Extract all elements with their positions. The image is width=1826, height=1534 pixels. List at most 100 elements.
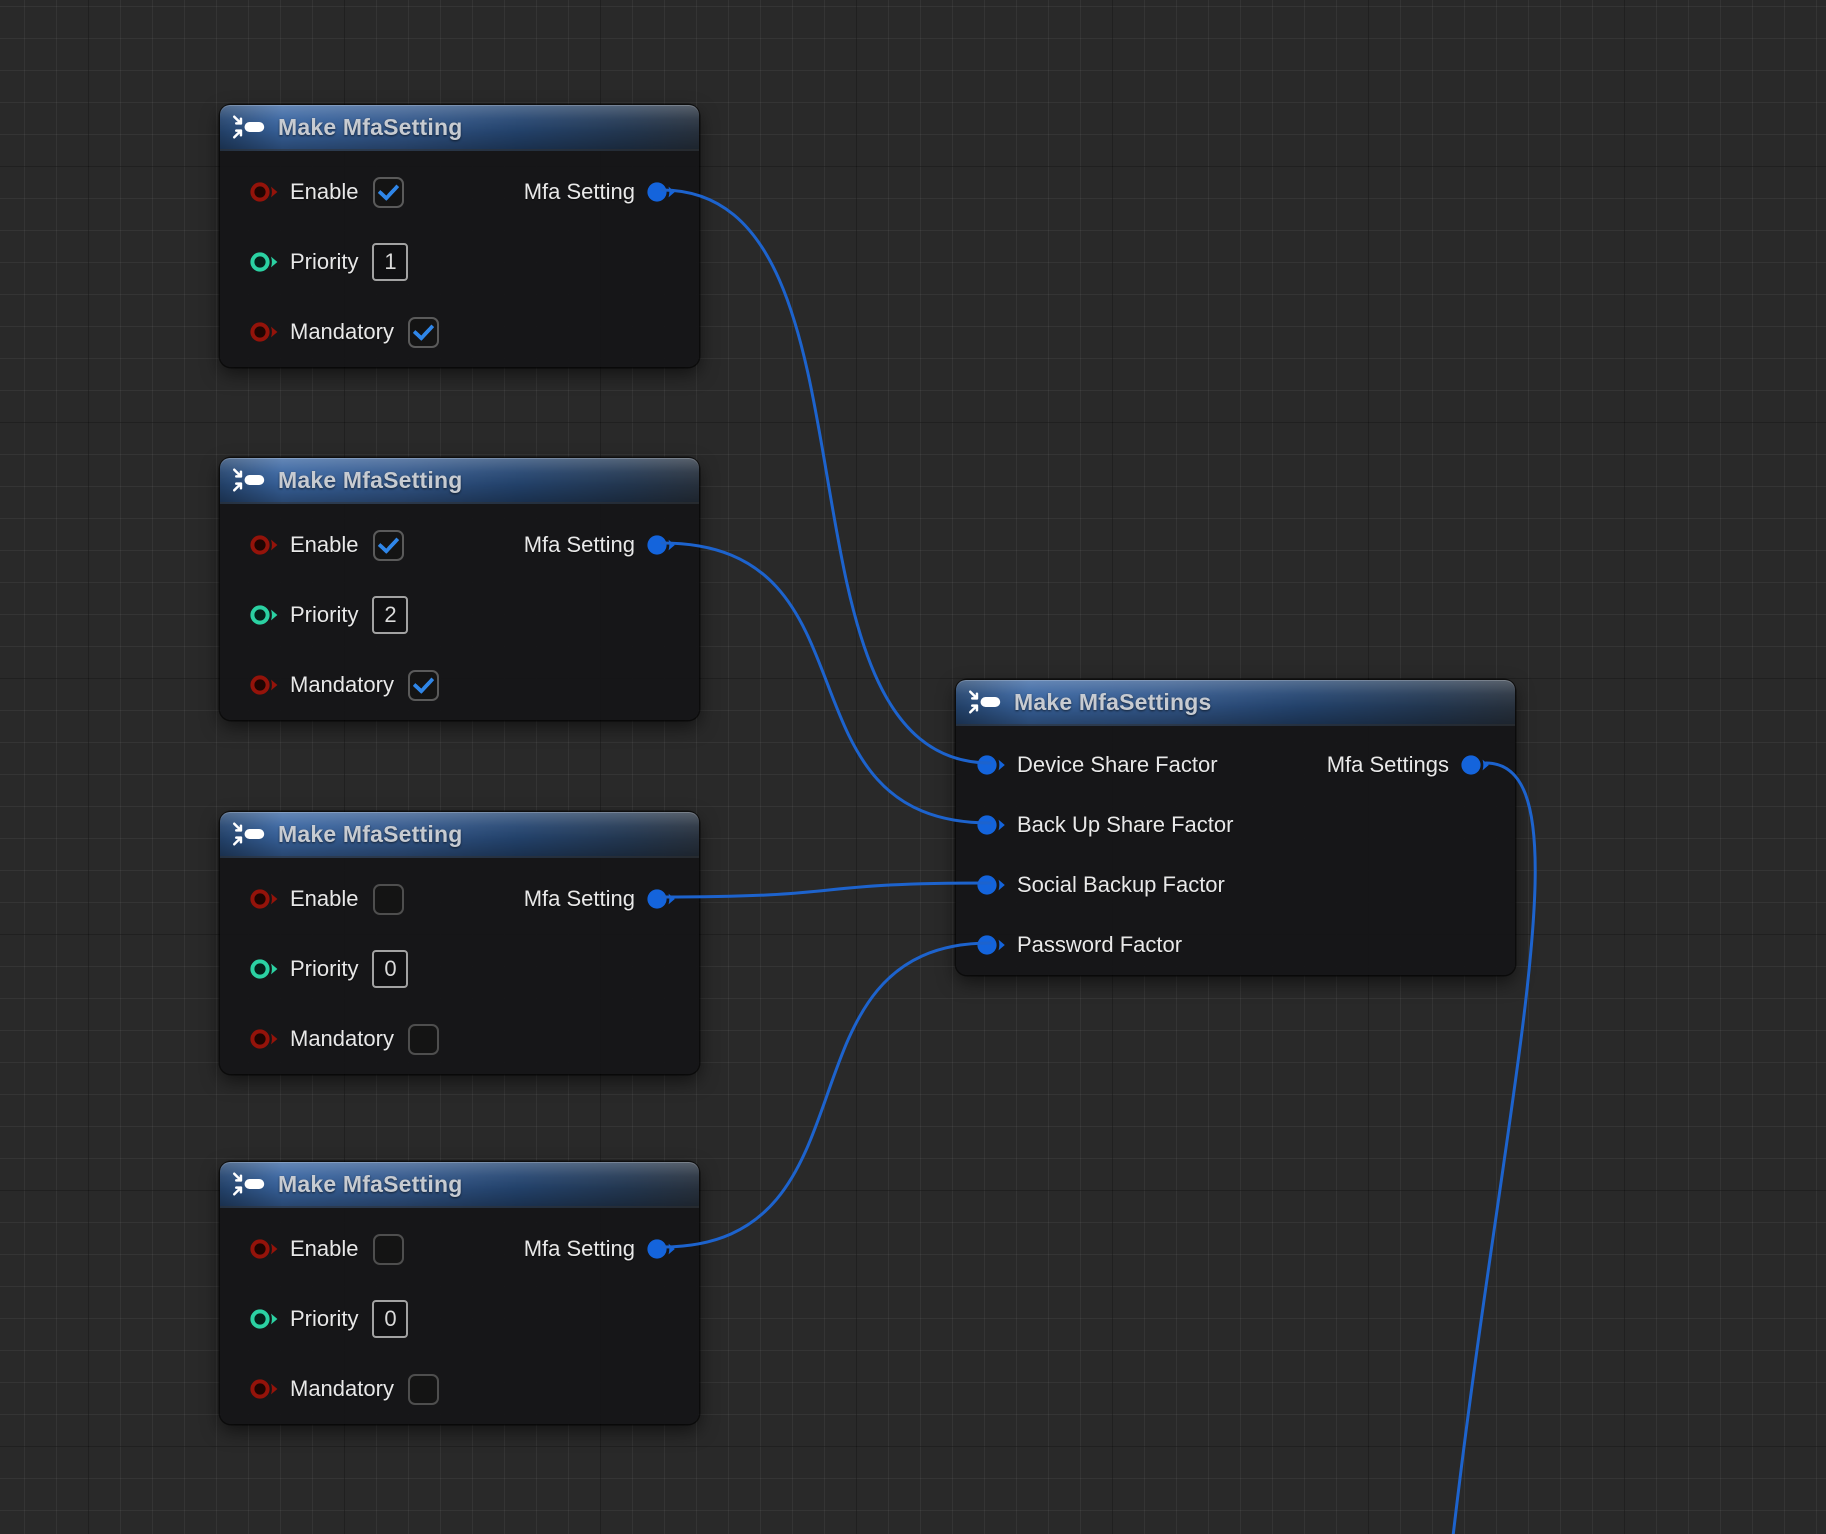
pin-row-output: Mfa Setting [524,864,699,934]
pin-label: Device Share Factor [1017,752,1218,778]
mandatory-input-pin[interactable] [250,1028,280,1050]
mfa-settings-output-pin[interactable] [1461,754,1491,776]
enable-input-pin[interactable] [250,888,280,910]
mfa-setting-output-pin[interactable] [647,1238,677,1260]
node-body: Enable Priority 0 Mandatory Mfa Setting [220,1208,699,1424]
make-struct-icon [232,467,266,493]
make-struct-icon [232,1171,266,1197]
priority-input-pin[interactable] [250,251,280,273]
node-header[interactable]: Make MfaSettings [956,680,1515,726]
pin-label: Priority [290,249,358,275]
node-body: Enable Priority 1 Mandatory Mfa Setting [220,151,699,367]
node-header[interactable]: Make MfaSetting [220,812,699,858]
node-title: Make MfaSetting [278,821,462,848]
pin-row-social-backup-factor: Social Backup Factor [956,855,1515,915]
node-title: Make MfaSetting [278,467,462,494]
pin-row-output: Mfa Setting [524,510,699,580]
priority-input[interactable]: 1 [372,243,408,281]
node-title: Make MfaSetting [278,1171,462,1198]
back-up-share-factor-input-pin[interactable] [977,814,1007,836]
pin-label: Social Backup Factor [1017,872,1225,898]
pin-row-mandatory: Mandatory [220,1004,699,1074]
pin-label: Mandatory [290,319,394,345]
mfa-setting-output-pin[interactable] [647,181,677,203]
pin-label: Back Up Share Factor [1017,812,1233,838]
node-header[interactable]: Make MfaSetting [220,1162,699,1208]
pin-label: Mfa Setting [524,1236,635,1262]
priority-input[interactable]: 0 [372,950,408,988]
enable-input-pin[interactable] [250,1238,280,1260]
pin-row-output: Mfa Setting [524,1214,699,1284]
node-body: Device Share Factor Back Up Share Factor… [956,726,1515,975]
node-make-mfasettings[interactable]: Make MfaSettings Device Share Factor Bac… [956,680,1515,975]
social-backup-factor-input-pin[interactable] [977,874,1007,896]
pin-label: Priority [290,1306,358,1332]
wire-setting4-to-password-factor[interactable] [662,943,990,1247]
pin-row-priority: Priority 2 [220,580,699,650]
make-struct-icon [232,114,266,140]
pin-label: Mfa Setting [524,532,635,558]
pin-label: Enable [290,532,359,558]
device-share-factor-input-pin[interactable] [977,754,1007,776]
priority-input[interactable]: 2 [372,596,408,634]
wire-setting2-to-back-up-share-factor[interactable] [662,543,990,823]
mandatory-input-pin[interactable] [250,1378,280,1400]
mandatory-checkbox[interactable] [408,317,439,348]
node-title: Make MfaSetting [278,114,462,141]
pin-row-priority: Priority 0 [220,934,699,1004]
pin-row-priority: Priority 0 [220,1284,699,1354]
pin-row-priority: Priority 1 [220,227,699,297]
make-struct-icon [232,821,266,847]
enable-checkbox[interactable] [373,177,404,208]
pin-row-mandatory: Mandatory [220,1354,699,1424]
wire-setting1-to-device-share-factor[interactable] [662,190,990,763]
pin-row-mandatory: Mandatory [220,297,699,367]
pin-label: Priority [290,956,358,982]
mfa-setting-output-pin[interactable] [647,888,677,910]
enable-input-pin[interactable] [250,181,280,203]
pin-row-back-up-share-factor: Back Up Share Factor [956,795,1515,855]
mandatory-checkbox[interactable] [408,1024,439,1055]
priority-input-pin[interactable] [250,604,280,626]
pin-label: Mfa Setting [524,179,635,205]
pin-row-output: Mfa Settings [1327,735,1515,795]
priority-input-pin[interactable] [250,958,280,980]
pin-label: Enable [290,1236,359,1262]
node-header[interactable]: Make MfaSetting [220,458,699,504]
node-make-mfasetting-2[interactable]: Make MfaSetting Enable Priority 2 Mandat… [220,458,699,720]
node-body: Enable Priority 2 Mandatory Mfa Setting [220,504,699,720]
node-body: Enable Priority 0 Mandatory Mfa Setting [220,858,699,1074]
make-struct-icon [968,689,1002,715]
pin-row-output: Mfa Setting [524,157,699,227]
enable-input-pin[interactable] [250,534,280,556]
node-title: Make MfaSettings [1014,689,1211,716]
node-header[interactable]: Make MfaSetting [220,105,699,151]
node-make-mfasetting-4[interactable]: Make MfaSetting Enable Priority 0 Mandat… [220,1162,699,1424]
pin-label: Mfa Settings [1327,752,1449,778]
mandatory-checkbox[interactable] [408,1374,439,1405]
mandatory-input-pin[interactable] [250,321,280,343]
pin-row-password-factor: Password Factor [956,915,1515,975]
mandatory-input-pin[interactable] [250,674,280,696]
mfa-setting-output-pin[interactable] [647,534,677,556]
enable-checkbox[interactable] [373,1234,404,1265]
node-make-mfasetting-3[interactable]: Make MfaSetting Enable Priority 0 Mandat… [220,812,699,1074]
graph-canvas[interactable]: Make MfaSetting Enable Priority 1 Mandat… [0,0,1826,1534]
pin-label: Mandatory [290,1026,394,1052]
pin-label: Mfa Setting [524,886,635,912]
password-factor-input-pin[interactable] [977,934,1007,956]
pin-label: Enable [290,886,359,912]
wire-setting3-to-social-backup-factor[interactable] [662,883,990,897]
pin-label: Mandatory [290,672,394,698]
mandatory-checkbox[interactable] [408,670,439,701]
node-make-mfasetting-1[interactable]: Make MfaSetting Enable Priority 1 Mandat… [220,105,699,367]
pin-label: Password Factor [1017,932,1182,958]
pin-label: Mandatory [290,1376,394,1402]
pin-row-mandatory: Mandatory [220,650,699,720]
enable-checkbox[interactable] [373,884,404,915]
pin-label: Priority [290,602,358,628]
priority-input-pin[interactable] [250,1308,280,1330]
priority-input[interactable]: 0 [372,1300,408,1338]
enable-checkbox[interactable] [373,530,404,561]
pin-label: Enable [290,179,359,205]
